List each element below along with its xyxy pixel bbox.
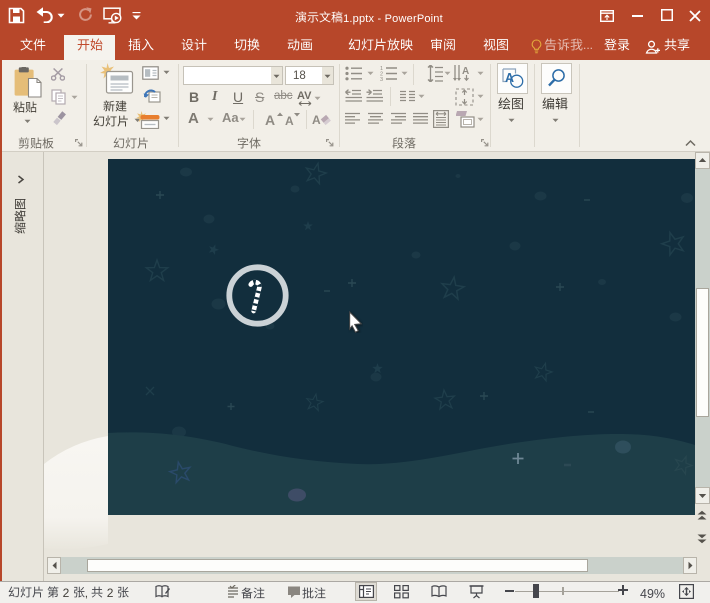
- svg-text:AV: AV: [297, 90, 312, 102]
- svg-text:3: 3: [380, 77, 383, 81]
- svg-text:A: A: [312, 113, 321, 127]
- svg-text:A: A: [265, 112, 275, 128]
- svg-text:A: A: [462, 66, 469, 77]
- svg-text:A: A: [285, 114, 294, 128]
- svg-text:A: A: [505, 71, 514, 85]
